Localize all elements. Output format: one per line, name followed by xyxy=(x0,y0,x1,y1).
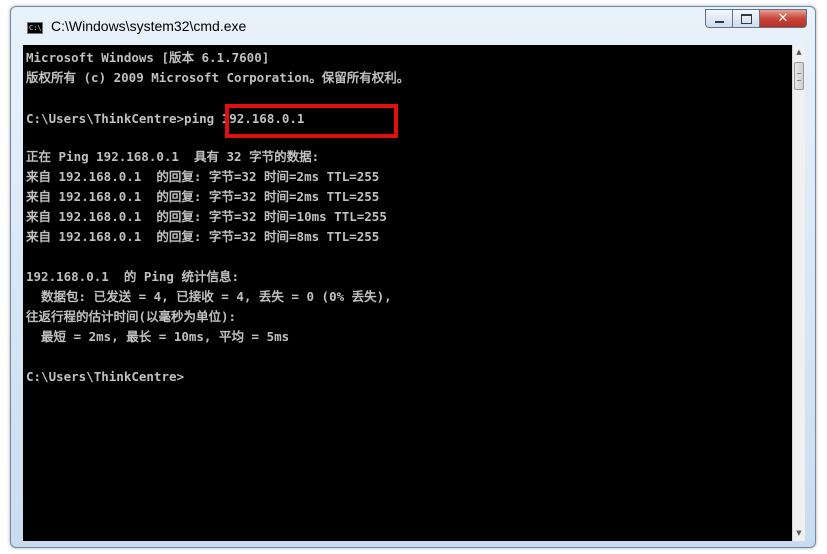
console-client-area: Microsoft Windows [版本 6.1.7600] 版权所有 (c)… xyxy=(23,45,805,541)
console-output[interactable]: Microsoft Windows [版本 6.1.7600] 版权所有 (c)… xyxy=(23,45,792,541)
vertical-scrollbar[interactable]: ▲ ▼ xyxy=(792,45,805,541)
ping-reply-line: 来自 192.168.0.1 的回复: 字节=32 时间=10ms TTL=25… xyxy=(26,209,387,224)
ping-header-line: 正在 Ping 192.168.0.1 具有 32 字节的数据: xyxy=(26,149,320,164)
maximize-button[interactable] xyxy=(733,9,760,28)
close-icon: ✕ xyxy=(777,11,789,26)
ping-reply-line: 来自 192.168.0.1 的回复: 字节=32 时间=2ms TTL=255 xyxy=(26,169,380,184)
console-line: Microsoft Windows [版本 6.1.7600] xyxy=(26,50,270,65)
title-bar[interactable]: C:\ C:\Windows\system32\cmd.exe ✕ xyxy=(11,7,815,45)
scrollbar-grip-icon xyxy=(797,73,801,81)
close-button[interactable]: ✕ xyxy=(760,9,807,28)
cmd-app-icon[interactable]: C:\ xyxy=(27,22,43,34)
window-controls: ✕ xyxy=(705,9,807,29)
minimize-button[interactable] xyxy=(705,9,733,28)
ping-reply-line: 来自 192.168.0.1 的回复: 字节=32 时间=2ms TTL=255 xyxy=(26,189,380,204)
window-title: C:\Windows\system32\cmd.exe xyxy=(51,18,247,34)
command-highlight-box xyxy=(225,104,398,138)
minimize-icon xyxy=(715,21,724,23)
command-prompt: C:\Users\ThinkCentre> xyxy=(26,369,185,384)
scroll-down-arrow-icon[interactable]: ▼ xyxy=(793,526,805,541)
ping-stats-rtt: 最短 = 2ms, 最长 = 10ms, 平均 = 5ms xyxy=(26,329,290,344)
cmd-window: C:\ C:\Windows\system32\cmd.exe ✕ Micros… xyxy=(10,6,816,548)
ping-stats-rtt-title: 往返行程的估计时间(以毫秒为单位): xyxy=(26,309,237,324)
ping-stats-packets: 数据包: 已发送 = 4, 已接收 = 4, 丢失 = 0 (0% 丢失), xyxy=(26,289,392,304)
scrollbar-thumb[interactable] xyxy=(794,62,804,90)
ping-reply-line: 来自 192.168.0.1 的回复: 字节=32 时间=8ms TTL=255 xyxy=(26,229,380,244)
ping-stats-title: 192.168.0.1 的 Ping 统计信息: xyxy=(26,269,240,284)
maximize-icon xyxy=(741,14,752,24)
scroll-up-arrow-icon[interactable]: ▲ xyxy=(793,45,805,60)
console-line: 版权所有 (c) 2009 Microsoft Corporation。保留所有… xyxy=(26,70,410,85)
